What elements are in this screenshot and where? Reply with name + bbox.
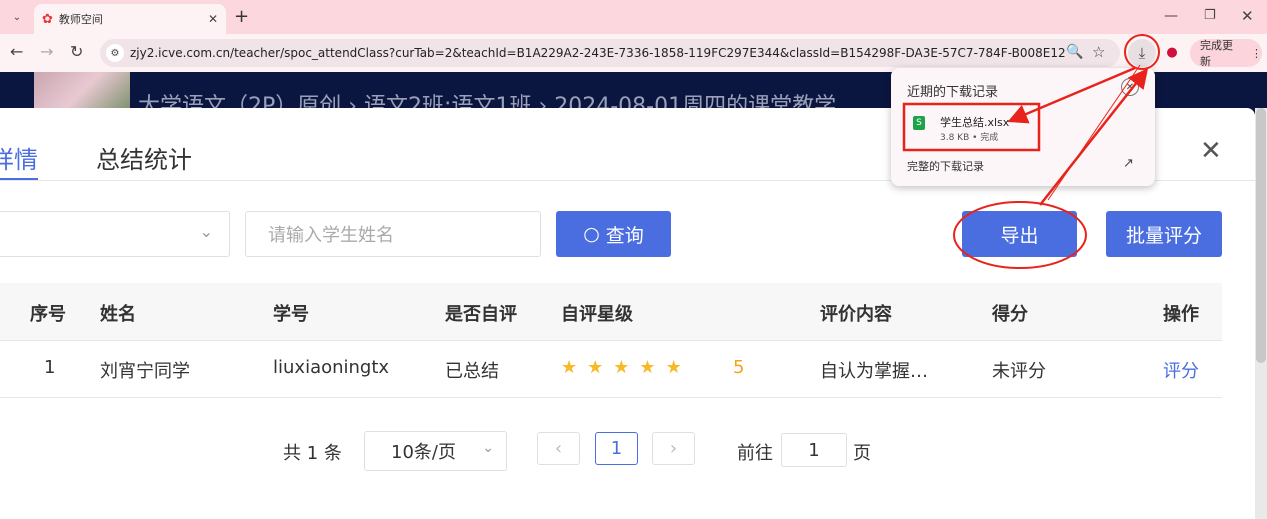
annotation-circle-download (1124, 34, 1160, 70)
annotation-circle-export (953, 201, 1087, 269)
annotation-overlay (902, 34, 1160, 269)
annotation-arrow-download (1039, 68, 1149, 206)
annotation-arrow-file (1007, 66, 1136, 124)
annotation-box-file (902, 102, 1041, 152)
